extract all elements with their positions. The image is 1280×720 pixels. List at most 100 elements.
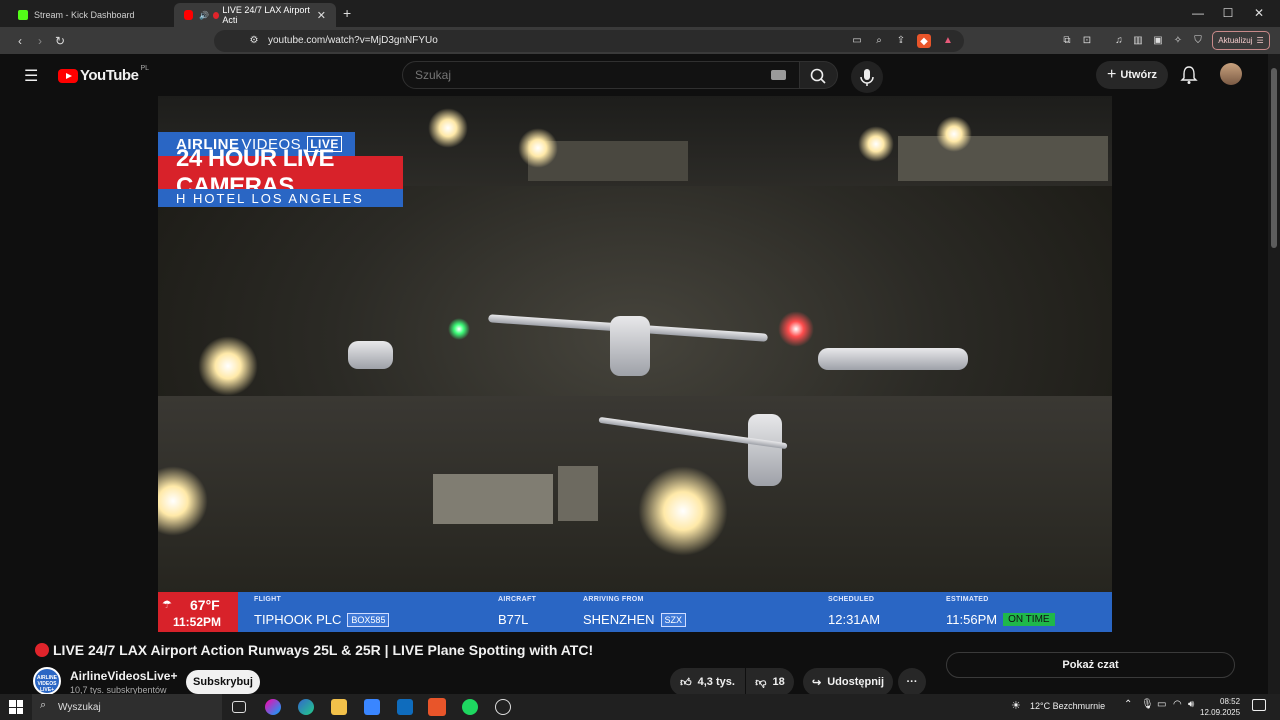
search-input[interactable] [415, 68, 755, 82]
copilot-icon[interactable] [265, 699, 281, 715]
tab-label: LIVE 24/7 LAX Airport Acti [222, 5, 310, 25]
update-button[interactable]: Aktualizuj ☰ [1212, 31, 1270, 50]
share-icon[interactable]: ⇪ [893, 33, 909, 49]
youtube-play-icon [58, 68, 78, 83]
youtube-logo[interactable]: YouTube PL [58, 65, 149, 84]
estimated-label: ESTIMATED [946, 596, 989, 603]
media-icon[interactable]: ♫ [1110, 32, 1128, 50]
maximize-button[interactable]: ☐ [1213, 4, 1243, 22]
forward-icon[interactable]: › [31, 32, 49, 50]
avatar[interactable] [1220, 63, 1242, 85]
create-label: Utwórz [1120, 69, 1157, 81]
aircraft-label: AIRCRAFT [498, 596, 537, 603]
clock-time: 08:52 [1220, 697, 1241, 706]
task-view-icon[interactable] [232, 701, 246, 713]
subscribe-button[interactable]: Subskrybuj [186, 670, 260, 694]
minimize-button[interactable]: — [1183, 4, 1213, 22]
page-scrollbar[interactable] [1268, 54, 1280, 694]
scheduled-label: SCHEDULED [828, 596, 875, 603]
like-count: 4,3 tys. [697, 676, 735, 688]
outlook-icon[interactable] [397, 699, 413, 715]
estimated-time: 11:56PM [946, 612, 998, 627]
notifications-icon[interactable] [1252, 699, 1266, 711]
extensions-icon[interactable]: ⧉ [1058, 32, 1076, 50]
microphone-icon[interactable]: 🎙︎ [1141, 699, 1154, 710]
display-icon[interactable]: ▭ [1157, 699, 1166, 710]
volume-icon[interactable]: 🔊︎ [1188, 699, 1194, 710]
edge-icon[interactable] [298, 699, 314, 715]
like-button[interactable]: 👍︎ 4,3 tys. [670, 668, 745, 696]
reload-icon[interactable]: ↻ [51, 32, 69, 50]
zoom-icon[interactable]: ⌕ [871, 33, 887, 49]
scrollbar-thumb[interactable] [1271, 68, 1277, 248]
url-text[interactable]: youtube.com/watch?v=MjD3gnNFYUo [268, 35, 438, 46]
sidebar-icon[interactable]: ▥ [1129, 32, 1147, 50]
share-label: Udostępnij [827, 676, 885, 688]
plane-center [610, 316, 650, 376]
leo-icon[interactable]: ✧ [1169, 32, 1187, 50]
hamburger-menu-icon[interactable]: ☰ [24, 66, 38, 86]
search-box[interactable] [402, 61, 800, 89]
search-button[interactable] [800, 61, 838, 89]
thumbs-up-icon: 👍︎ [680, 676, 692, 689]
app-icon[interactable] [495, 699, 511, 715]
hotel-label: H HOTEL LOS ANGELES [158, 189, 403, 207]
cast-icon[interactable]: ▭ [849, 33, 865, 49]
file-explorer-icon[interactable] [331, 699, 347, 715]
store-icon[interactable] [364, 699, 380, 715]
dislike-button[interactable]: 👎︎ 18 [746, 668, 794, 696]
taskbar-clock[interactable]: 08:52 12.09.2025 [1200, 696, 1240, 718]
apron-light [638, 466, 728, 556]
red-beacon [778, 311, 814, 347]
windows-start-icon[interactable] [9, 700, 23, 714]
screenshot-icon[interactable]: ⊡ [1078, 32, 1096, 50]
brave-shield-icon[interactable]: ◆ [917, 34, 931, 48]
taskbar-search[interactable]: ⌕ Wyszukaj [32, 694, 222, 720]
weather-box: ☂ 67°F 11:52PM [158, 592, 238, 632]
tab-youtube-live[interactable]: 🔊 LIVE 24/7 LAX Airport Acti ✕ [174, 3, 336, 27]
search-icon [810, 68, 826, 84]
logo-text: YouTube [80, 67, 139, 84]
brave-rewards-icon[interactable]: ▲ [940, 33, 956, 49]
green-beacon [448, 318, 470, 340]
local-time: 11:52PM [173, 615, 222, 629]
speaker-icon[interactable]: 🔊 [199, 11, 209, 20]
dislike-count: 18 [772, 676, 785, 688]
aircraft-value: B77L [498, 612, 529, 627]
wallet-icon[interactable]: ▣ [1149, 32, 1167, 50]
chevron-up-icon[interactable]: ⌃ [1124, 699, 1132, 710]
new-tab-button[interactable]: + [343, 5, 351, 21]
browser-toolbar: ‹ › ↻ ⌑ ⚙ youtube.com/watch?v=MjD3gnNFYU… [0, 27, 1280, 54]
live-dot-icon [213, 11, 220, 19]
arriving-code: SZX [660, 612, 687, 627]
back-icon[interactable]: ‹ [11, 32, 29, 50]
temperature: 67°F [190, 597, 220, 613]
tab-label: Stream - Kick Dashboard [34, 10, 135, 20]
apron-light [428, 108, 468, 148]
share-arrow-icon: ↪ [811, 676, 822, 689]
channel-avatar[interactable]: AIRLINE VIDEOS LIVE+ [33, 667, 61, 695]
vpn-icon[interactable]: ⛉ [1189, 32, 1207, 50]
tab-kick-dashboard[interactable]: Stream - Kick Dashboard [8, 3, 173, 27]
site-info-icon[interactable]: ⚙ [246, 33, 262, 49]
apron-light [936, 116, 972, 152]
address-bar[interactable]: ⚙ youtube.com/watch?v=MjD3gnNFYUo ▭ ⌕ ⇪ … [214, 30, 964, 52]
close-tab-icon[interactable]: ✕ [317, 9, 326, 22]
channel-name[interactable]: AirlineVideosLive+ [70, 669, 178, 683]
voice-search-button[interactable] [851, 61, 883, 93]
share-button[interactable]: ↪ Udostępnij [803, 668, 893, 696]
spotify-icon[interactable] [462, 699, 478, 715]
keyboard-icon[interactable] [771, 70, 786, 80]
taskbar-search-placeholder: Wyszukaj [58, 701, 101, 713]
notifications-button[interactable] [1180, 65, 1198, 85]
close-window-button[interactable]: ✕ [1244, 4, 1274, 22]
weather-icon: ☀ [1011, 700, 1021, 712]
microphone-icon [860, 69, 874, 86]
brave-icon[interactable] [428, 698, 446, 716]
wifi-icon[interactable]: ◠ [1173, 699, 1182, 710]
taskbar-weather[interactable]: 12°C Bezchmurnie [1030, 701, 1105, 711]
show-chat-button[interactable]: Pokaż czat [946, 652, 1235, 678]
create-button[interactable]: + Utwórz [1096, 61, 1168, 89]
more-actions-button[interactable]: ··· [898, 668, 926, 696]
video-player[interactable]: AIRLINE VIDEOS LIVE 24 HOUR LIVE CAMERAS… [158, 96, 1112, 632]
